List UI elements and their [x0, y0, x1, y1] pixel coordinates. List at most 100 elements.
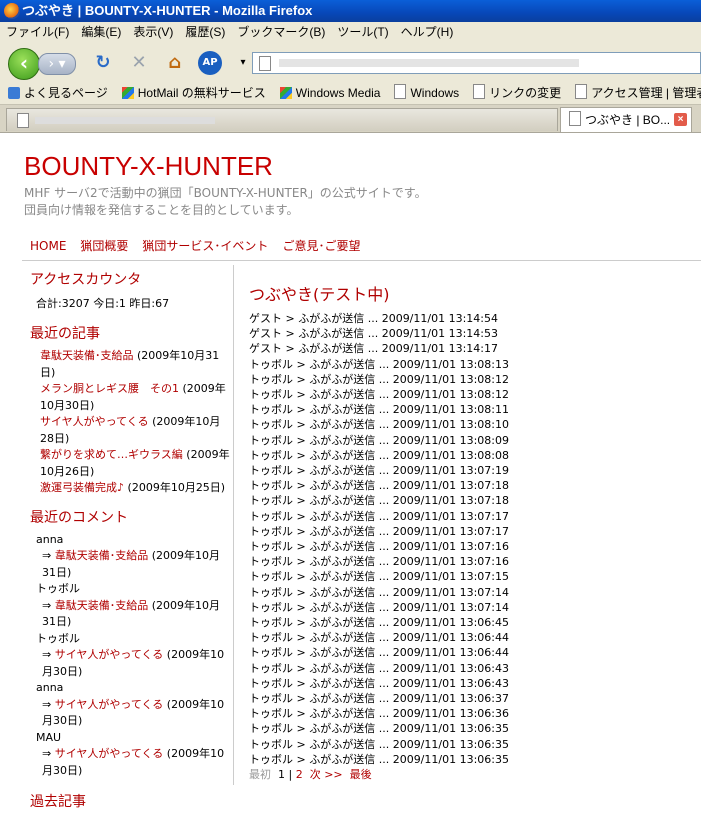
comment-item: トゥボル ⇒ 韋駄天装備･支給品 (2009年10月31日): [30, 581, 230, 631]
bookmarks-toolbar: よく見るページ HotMail の無料サービス Windows Media Windo…: [0, 82, 701, 105]
forward-button[interactable]: › ▾: [38, 53, 76, 75]
menu-edit[interactable]: 編集(E): [75, 22, 127, 42]
tab-title-redacted: [35, 117, 215, 124]
tweet-row: トゥボル > ふがふが送信 ... 2009/11/01 13:06:43: [249, 661, 509, 675]
comment-author: トゥボル: [36, 631, 80, 645]
tweet-row: トゥボル > ふがふが送信 ... 2009/11/01 13:08:12: [249, 372, 509, 386]
comment-post-link[interactable]: 韋駄天装備･支給品: [55, 549, 149, 562]
dropdown-arrow-icon[interactable]: ▾: [232, 52, 254, 74]
tweet-row: トゥボル > ふがふが送信 ... 2009/11/01 13:07:14: [249, 600, 509, 614]
windows-flag-icon: [121, 87, 134, 99]
home-icon[interactable]: ⌂: [164, 52, 186, 74]
menu-tools[interactable]: ツール(T): [331, 22, 394, 42]
reload-icon[interactable]: ↻: [92, 52, 114, 74]
stop-icon[interactable]: ✕: [128, 52, 150, 74]
counter-text: 合計:3207 今日:1 昨日:67: [36, 297, 170, 310]
post-link[interactable]: サイヤ人がやってくる: [40, 415, 149, 428]
tweet-list: ゲスト > ふがふが送信 ... 2009/11/01 13:14:54 ゲスト …: [249, 311, 699, 767]
nav-about[interactable]: 猟団概要: [80, 239, 128, 253]
bookmark-item[interactable]: リンクの変更: [465, 82, 567, 104]
tweet-row: トゥボル > ふがふが送信 ... 2009/11/01 13:06:44: [249, 631, 509, 645]
tweet-row: トゥボル > ふがふが送信 ... 2009/11/01 13:07:15: [249, 570, 509, 584]
url-bar[interactable]: [252, 52, 701, 74]
tweet-row: トゥボル > ふがふが送信 ... 2009/11/01 13:07:16: [249, 540, 509, 554]
tweet-row: トゥボル > ふがふが送信 ... 2009/11/01 13:07:18: [249, 494, 509, 508]
tab-inactive[interactable]: [6, 108, 558, 131]
site-title[interactable]: BOUNTY-X-HUNTER: [24, 151, 273, 182]
comment-post-link[interactable]: サイヤ人がやってくる: [55, 747, 164, 760]
pager-page-2[interactable]: 2: [296, 768, 303, 781]
global-nav: HOME 猟団概要 猟団サービス･イベント ご意見･ご要望: [30, 237, 374, 254]
tweet-row: トゥボル > ふがふが送信 ... 2009/11/01 13:06:44: [249, 646, 509, 660]
page-icon: [394, 84, 407, 99]
pager-last[interactable]: 最後: [350, 768, 372, 781]
list-item: メラン胴とレギス腰 その1 (2009年10月30日): [40, 382, 226, 412]
comment-author: anna: [36, 532, 64, 546]
windows-flag-icon: [279, 87, 292, 99]
list-item: 韋駄天装備･支給品 (2009年10月31日): [40, 349, 220, 379]
comment-post-link[interactable]: サイヤ人がやってくる: [55, 648, 164, 661]
addon-ap-icon[interactable]: AP: [198, 51, 222, 75]
recent-posts-list: 韋駄天装備･支給品 (2009年10月31日) メラン胴とレギス腰 その1 (2…: [30, 348, 230, 497]
tweet-row: トゥボル > ふがふが送信 ... 2009/11/01 13:08:10: [249, 418, 509, 432]
post-link[interactable]: 激運弓装備完成♪: [40, 481, 124, 494]
recent-comments-list: anna ⇒ 韋駄天装備･支給品 (2009年10月31日) トゥボル ⇒ 韋駄天装…: [30, 532, 230, 780]
post-link[interactable]: メラン胴とレギス腰 その1: [40, 382, 179, 395]
bookmark-item[interactable]: HotMail の無料サービス: [114, 82, 272, 104]
pagination: 最初 1 | 2 次 >> 最後: [249, 767, 699, 783]
column-divider: [233, 265, 234, 785]
tweet-row: トゥボル > ふがふが送信 ... 2009/11/01 13:06:37: [249, 692, 509, 706]
comment-author: MAU: [36, 730, 62, 744]
comment-item: anna ⇒ 韋駄天装備･支給品 (2009年10月31日): [30, 532, 230, 582]
tab-close-icon[interactable]: ×: [674, 113, 687, 126]
back-button[interactable]: ‹: [8, 48, 40, 80]
post-link[interactable]: 繋がりを求めて…ギウラス編: [40, 448, 183, 461]
tweet-row: ゲスト > ふがふが送信 ... 2009/11/01 13:14:54: [249, 312, 498, 325]
firefox-icon: [4, 3, 20, 19]
tab-active[interactable]: つぶやき | BO... ×: [560, 107, 692, 132]
page-icon: [17, 113, 29, 128]
comment-item: MAU ⇒ サイヤ人がやってくる (2009年10月30日): [30, 730, 230, 780]
nav-services[interactable]: 猟団サービス･イベント: [142, 239, 268, 253]
page-icon: [575, 84, 588, 99]
page-title: つぶやき(テスト中): [249, 285, 390, 304]
pager-page-1: 1: [278, 768, 285, 782]
tweet-row: トゥボル > ふがふが送信 ... 2009/11/01 13:07:18: [249, 479, 509, 493]
main-content: つぶやき(テスト中) ゲスト > ふがふが送信 ... 2009/11/01 1…: [249, 281, 699, 783]
pager-separator: |: [288, 768, 293, 782]
pager-first: 最初: [249, 768, 271, 782]
bookmark-item[interactable]: よく見るページ: [0, 82, 114, 104]
tweet-row: トゥボル > ふがふが送信 ... 2009/11/01 13:08:08: [249, 448, 509, 462]
pager-next[interactable]: 次 >>: [310, 768, 343, 781]
menu-file[interactable]: ファイル(F): [0, 22, 75, 42]
tweet-row: トゥボル > ふがふが送信 ... 2009/11/01 13:08:13: [249, 357, 509, 371]
navigation-toolbar: ‹ › ▾ ↻ ✕ ⌂ AP ▾: [0, 42, 701, 82]
recent-posts-heading: 最近の記事: [30, 326, 100, 342]
nav-home[interactable]: HOME: [30, 239, 66, 253]
comment-author: トゥボル: [36, 582, 80, 595]
tweet-row: トゥボル > ふがふが送信 ... 2009/11/01 13:08:09: [249, 433, 509, 447]
comment-author: anna: [36, 681, 64, 694]
counter-heading: アクセスカウンタ: [30, 272, 142, 288]
url-redacted: [279, 59, 579, 67]
bookmark-folder-icon: [8, 87, 20, 99]
tweet-row: トゥボル > ふがふが送信 ... 2009/11/01 13:07:19: [249, 464, 509, 478]
tab-bar: つぶやき | BO... ×: [0, 105, 701, 133]
bookmark-item[interactable]: Windows Media: [272, 82, 387, 104]
bookmark-item[interactable]: Windows: [386, 82, 465, 104]
menu-bookmarks[interactable]: ブックマーク(B): [231, 22, 331, 42]
post-link[interactable]: 韋駄天装備･支給品: [40, 349, 134, 362]
nav-feedback[interactable]: ご意見･ご要望: [282, 239, 360, 253]
list-item: サイヤ人がやってくる (2009年10月28日): [40, 415, 221, 445]
tweet-row: トゥボル > ふがふが送信 ... 2009/11/01 13:06:35: [249, 737, 509, 751]
tweet-row: トゥボル > ふがふが送信 ... 2009/11/01 13:06:43: [249, 676, 509, 690]
bookmark-item[interactable]: アクセス管理 | 管理者用...: [567, 82, 701, 104]
menu-history[interactable]: 履歴(S): [179, 22, 231, 42]
menu-view[interactable]: 表示(V): [127, 22, 179, 42]
menu-help[interactable]: ヘルプ(H): [395, 22, 460, 42]
comment-post-link[interactable]: サイヤ人がやってくる: [55, 698, 164, 711]
tab-active-label: つぶやき | BO...: [585, 113, 671, 127]
comment-post-link[interactable]: 韋駄天装備･支給品: [55, 599, 149, 612]
tweet-row: トゥボル > ふがふが送信 ... 2009/11/01 13:07:14: [249, 585, 509, 599]
list-item: 激運弓装備完成♪ (2009年10月25日): [40, 481, 226, 494]
